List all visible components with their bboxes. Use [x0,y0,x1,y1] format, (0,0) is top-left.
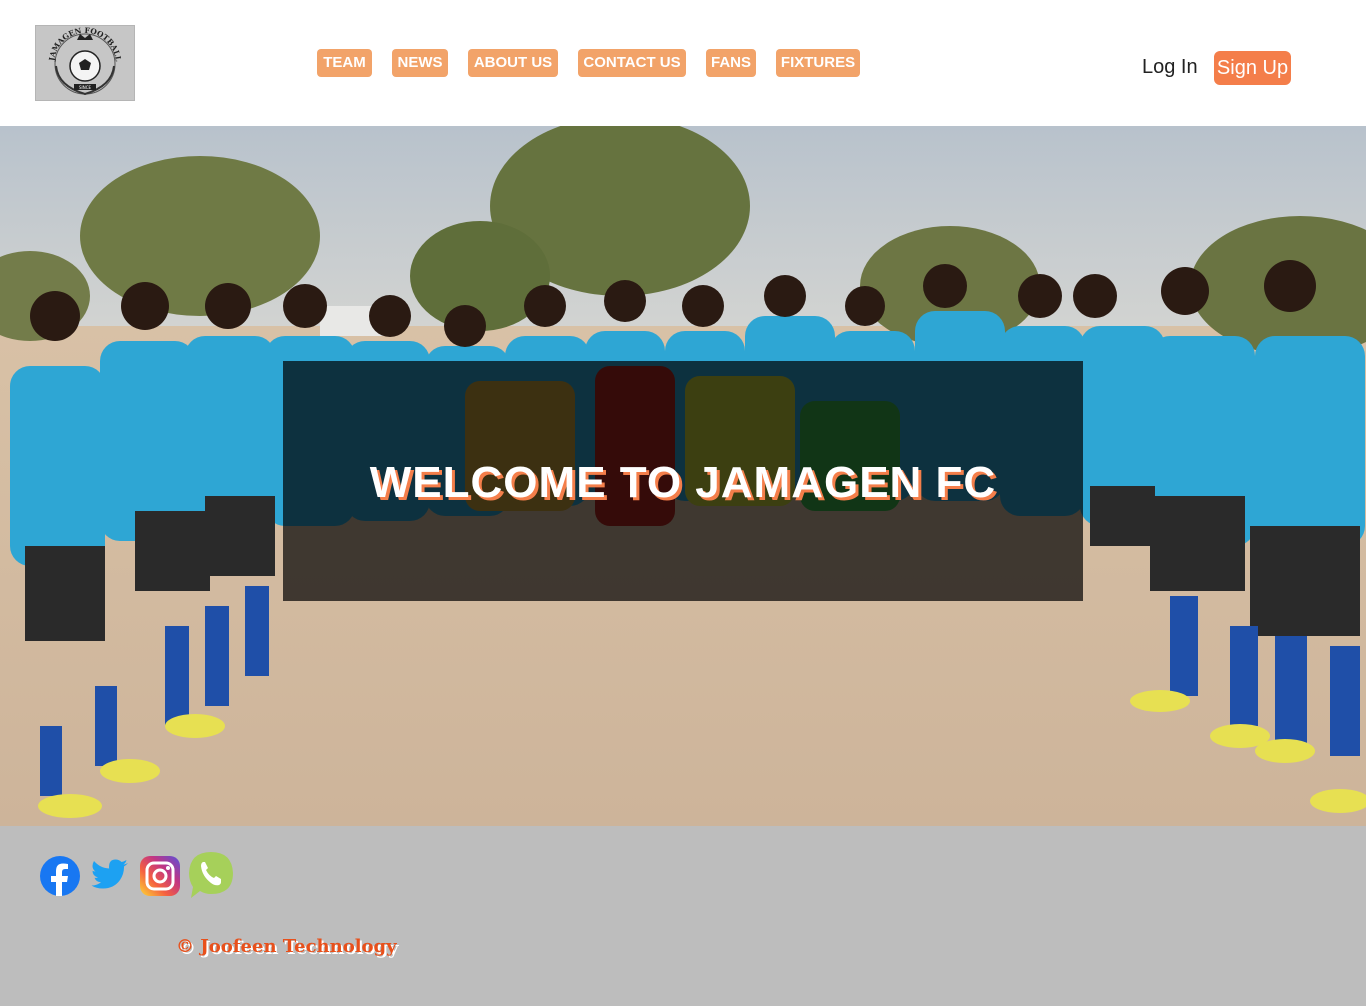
hero-banner: WELCOME TO JAMAGEN FC [0,126,1366,826]
phone-icon[interactable] [187,850,235,905]
nav-about-us[interactable]: ABOUT US [468,49,558,77]
twitter-icon[interactable] [91,859,129,896]
login-link[interactable]: Log In [1142,56,1198,79]
nav-news[interactable]: NEWS [392,49,448,77]
nav-fans[interactable]: FANS [706,49,756,77]
nav-contact-us[interactable]: CONTACT US [578,49,686,77]
logo-since-text: SINCE [79,85,92,90]
copyright-text: © Joofeen Technology [176,936,397,957]
site-footer: © Joofeen Technology [0,826,1366,1006]
site-header: JAMAGEN FOOTBALL CLUB SINCE TEAM NEWS AB… [0,0,1366,126]
club-crest-icon: JAMAGEN FOOTBALL CLUB SINCE [36,26,134,100]
nav-fixtures[interactable]: FIXTURES [776,49,860,77]
nav-team[interactable]: TEAM [317,49,372,77]
club-logo[interactable]: JAMAGEN FOOTBALL CLUB SINCE [35,25,135,101]
instagram-icon[interactable] [140,856,180,901]
welcome-overlay: WELCOME TO JAMAGEN FC [283,361,1083,601]
welcome-heading: WELCOME TO JAMAGEN FC [369,458,997,507]
facebook-icon[interactable] [40,856,80,901]
signup-button[interactable]: Sign Up [1214,51,1291,85]
